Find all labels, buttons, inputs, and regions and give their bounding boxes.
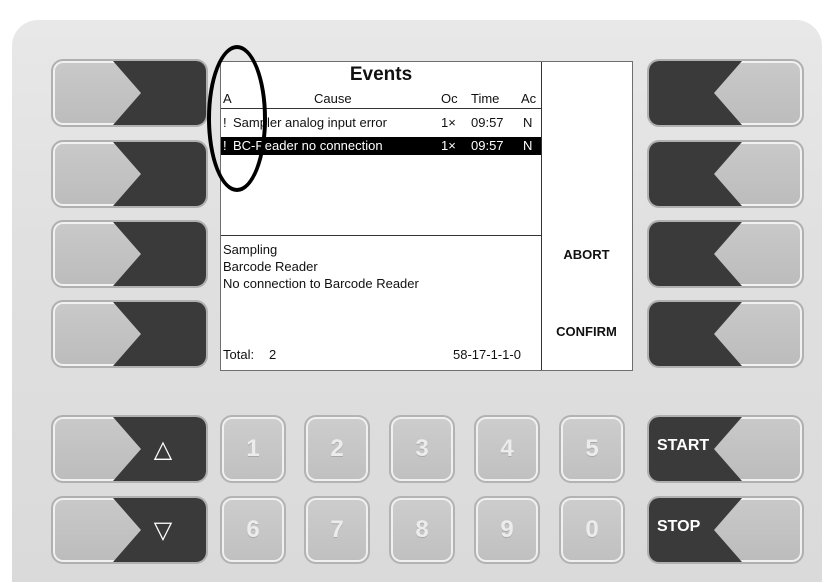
- start-label: START: [657, 437, 710, 454]
- detail-line-3: No connection to Barcode Reader: [223, 276, 419, 291]
- event-row[interactable]: ! Sampler analog input error 1× 09:57 N: [221, 114, 541, 132]
- total-label: Total:: [223, 347, 255, 362]
- key-0[interactable]: 0: [559, 496, 625, 564]
- event-ack: N: [523, 138, 533, 153]
- event-row-selected[interactable]: ! BC-Reader no connection 1× 09:57 N: [221, 137, 541, 155]
- right-softkey-abort[interactable]: [647, 220, 804, 288]
- arrow-down-button[interactable]: ▽: [51, 496, 208, 564]
- key-8[interactable]: 8: [389, 496, 455, 564]
- detail-line-1: Sampling: [223, 242, 278, 257]
- right-chevron-icon: [113, 142, 206, 206]
- stop-label: STOP: [657, 518, 701, 535]
- detail-line-2: Barcode Reader: [223, 259, 318, 274]
- highlight-ellipse: [207, 45, 267, 192]
- triangle-down-icon: ▽: [153, 517, 173, 544]
- left-chevron-icon: [649, 142, 742, 206]
- left-chevron-icon: [649, 61, 742, 125]
- key-1[interactable]: 1: [220, 415, 286, 483]
- right-chevron-icon: [113, 61, 206, 125]
- stop-button[interactable]: STOP: [647, 496, 804, 564]
- left-softkey-1[interactable]: [51, 59, 208, 127]
- start-button[interactable]: START: [647, 415, 804, 483]
- abort-label[interactable]: ABORT: [541, 247, 632, 262]
- column-header-cause: Cause: [314, 91, 352, 106]
- event-time: 09:57: [471, 138, 504, 153]
- left-softkey-4[interactable]: [51, 300, 208, 368]
- key-7[interactable]: 7: [304, 496, 370, 564]
- right-softkey-1[interactable]: [647, 59, 804, 127]
- event-time: 09:57: [471, 115, 504, 130]
- events-panel: Events A Cause Oc Time Ac ! Sampler anal…: [221, 62, 542, 370]
- right-softkey-confirm[interactable]: [647, 300, 804, 368]
- confirm-label[interactable]: CONFIRM: [541, 324, 632, 339]
- column-header-ac: Ac: [521, 91, 537, 106]
- right-chevron-icon: [113, 222, 206, 286]
- page-title: Events: [349, 64, 413, 85]
- left-chevron-icon: [649, 302, 742, 366]
- triangle-up-icon: △: [153, 436, 173, 463]
- column-header-time: Time: [471, 91, 500, 106]
- left-softkey-3[interactable]: [51, 220, 208, 288]
- total-value: 2: [269, 347, 277, 362]
- display-screen: Events A Cause Oc Time Ac ! Sampler anal…: [220, 61, 633, 371]
- event-occurrences: 1×: [441, 115, 456, 130]
- key-5[interactable]: 5: [559, 415, 625, 483]
- key-6[interactable]: 6: [220, 496, 286, 564]
- right-chevron-icon: [113, 302, 206, 366]
- details-divider: [221, 235, 541, 236]
- right-softkey-2[interactable]: [647, 140, 804, 208]
- key-4[interactable]: 4: [474, 415, 540, 483]
- key-9[interactable]: 9: [474, 496, 540, 564]
- event-ack: N: [523, 115, 533, 130]
- left-chevron-icon: [649, 222, 742, 286]
- header-divider: [221, 108, 541, 109]
- left-softkey-2[interactable]: [51, 140, 208, 208]
- key-3[interactable]: 3: [389, 415, 455, 483]
- arrow-up-button[interactable]: △: [51, 415, 208, 483]
- column-header-oc: Oc: [441, 91, 458, 106]
- error-code: 58-17-1-1-0: [453, 347, 521, 362]
- event-occurrences: 1×: [441, 138, 456, 153]
- key-2[interactable]: 2: [304, 415, 370, 483]
